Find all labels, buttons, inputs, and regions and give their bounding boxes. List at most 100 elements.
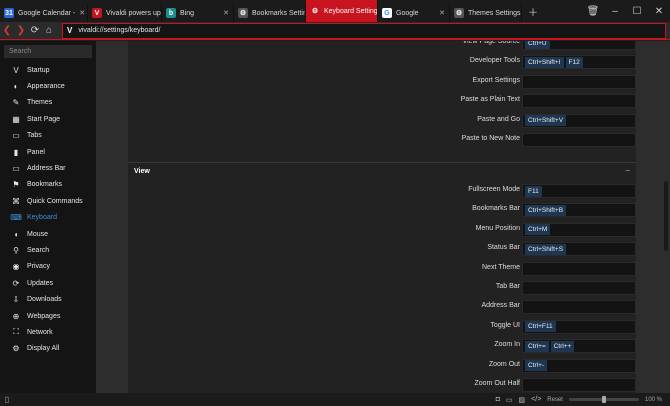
sidebar-item-label: Privacy xyxy=(27,263,50,271)
sidebar-item-panel[interactable]: ▮ Panel xyxy=(0,144,96,160)
shortcut-input[interactable] xyxy=(522,94,636,109)
sidebar-item-webpages[interactable]: ⊕ Webpages xyxy=(0,308,96,324)
shortcut-input[interactable]: Ctrl+- xyxy=(522,358,636,373)
sidebar-item-mouse[interactable]: ◖ Mouse xyxy=(0,226,96,242)
close-window-button[interactable]: ✕ xyxy=(648,0,670,22)
tab-title: Bing xyxy=(180,9,195,17)
key-chip[interactable]: Ctrl+Shift+V xyxy=(525,115,567,127)
zoom-slider-knob[interactable] xyxy=(601,396,606,403)
window-icon[interactable]: ▭ xyxy=(506,396,513,404)
code-icon[interactable]: </> xyxy=(531,396,541,403)
tab-title: Bookmarks Setting xyxy=(252,9,306,17)
shortcut-row: Export Settings xyxy=(128,74,636,89)
shortcut-input[interactable]: Ctrl+Shift+V xyxy=(522,113,636,128)
sidebar-item-tabs[interactable]: ▭ Tabs xyxy=(0,128,96,144)
sidebar-item-label: Search xyxy=(27,246,50,254)
scrollbar[interactable] xyxy=(662,41,670,393)
sidebar-item-label: Address Bar xyxy=(27,165,66,173)
shortcut-input[interactable]: Ctrl+Shift+I F12 xyxy=(522,55,636,70)
key-chip[interactable]: Ctrl+U xyxy=(525,41,550,49)
key-chip[interactable]: Ctrl+M xyxy=(525,224,551,236)
shortcut-input[interactable]: Ctrl+Shift+B xyxy=(522,203,636,218)
tab-4[interactable]: ⚙Keyboard Settings✕ xyxy=(306,0,378,22)
sidebar-item-privacy[interactable]: ◉ Privacy xyxy=(0,259,96,275)
sidebar-item-address-bar[interactable]: ▭ Address Bar xyxy=(0,160,96,176)
key-chip[interactable]: Ctrl+= xyxy=(525,340,549,352)
minimize-button[interactable]: – xyxy=(604,0,626,22)
settings-content: View Page Source Ctrl+U Developer Tools Ctr… xyxy=(96,41,670,393)
window-controls: 🗑 – ☐ ✕ xyxy=(582,0,670,22)
shortcut-input[interactable]: Ctrl+M xyxy=(522,222,636,237)
key-chip[interactable]: Ctrl+Shift+S xyxy=(525,243,567,255)
maximize-button[interactable]: ☐ xyxy=(626,0,648,22)
tab-3[interactable]: ⚙Bookmarks Setting✕ xyxy=(234,4,306,22)
collapse-icon[interactable]: − xyxy=(625,166,630,175)
shortcut-input[interactable] xyxy=(522,378,636,392)
tab-2[interactable]: b Bing ✕ xyxy=(162,4,234,22)
url-field[interactable]: V vivaldi://settings/keyboard/ xyxy=(62,22,666,39)
settings-icon: ⚙ xyxy=(311,8,319,15)
zoom-slider[interactable] xyxy=(568,396,639,403)
tab-5[interactable]: G Google ✕ xyxy=(378,4,450,22)
shortcut-label: Toggle UI xyxy=(490,321,520,329)
key-chip[interactable]: F12 xyxy=(565,56,583,68)
tab-0[interactable]: 31 Google Calendar - ✕ xyxy=(0,4,88,22)
section-title: View xyxy=(134,168,150,175)
shortcut-row: Zoom Out Half xyxy=(128,378,636,392)
scrollbar-thumb[interactable] xyxy=(664,181,668,251)
reset-zoom-button[interactable]: Reset xyxy=(547,397,563,403)
shortcut-input[interactable]: Ctrl+F11 xyxy=(522,319,636,334)
trash-icon[interactable]: 🗑 xyxy=(582,0,604,22)
shortcut-label: Paste and Go xyxy=(477,115,520,123)
panel-toggle-icon[interactable]: ▯ xyxy=(0,393,14,406)
sidebar-item-themes[interactable]: ✎ Themes xyxy=(0,95,96,111)
key-chip[interactable]: Ctrl+Shift+B xyxy=(525,204,567,216)
privacy-icon: ◉ xyxy=(12,262,20,272)
sidebar-item-updates[interactable]: ⟳ Updates xyxy=(0,275,96,291)
key-chip[interactable]: Ctrl+- xyxy=(525,360,548,372)
key-chip[interactable]: Ctrl+Shift+I xyxy=(525,56,564,68)
sidebar-item-downloads[interactable]: ⇩ Downloads xyxy=(0,291,96,307)
appearance-icon: ◐ xyxy=(13,82,19,92)
shortcut-input[interactable] xyxy=(522,74,636,89)
reload-button[interactable]: ⟳ xyxy=(28,22,42,40)
shortcut-label: Bookmarks Bar xyxy=(472,205,520,213)
camera-icon[interactable]: ◘ xyxy=(496,396,500,403)
sidebar-item-startup[interactable]: V Startup xyxy=(0,62,96,78)
key-chip[interactable]: F11 xyxy=(525,185,542,197)
key-chip[interactable]: Ctrl+F11 xyxy=(525,321,556,333)
shortcut-row: Paste to New Note xyxy=(128,133,636,147)
close-tab-icon[interactable]: ✕ xyxy=(439,9,445,17)
tab-6[interactable]: ⚙Themes Settings✕ xyxy=(450,4,522,22)
shortcut-input[interactable]: Ctrl+= Ctrl++ xyxy=(522,339,636,354)
new-tab-button[interactable]: ＋ xyxy=(522,0,544,22)
sidebar-item-start-page[interactable]: ▦ Start Page xyxy=(0,111,96,127)
sidebar-item-network[interactable]: ⛶ Network xyxy=(0,324,96,340)
home-button[interactable]: ⌂ xyxy=(42,22,56,40)
shortcut-input[interactable] xyxy=(522,300,636,315)
forward-button[interactable]: ❯ xyxy=(14,22,28,40)
url-text[interactable]: vivaldi://settings/keyboard/ xyxy=(78,27,160,34)
sidebar-item-quick-commands[interactable]: ⌘ Quick Commands xyxy=(0,193,96,209)
settings-search-input[interactable]: Search xyxy=(4,45,92,58)
image-icon[interactable]: ▨ xyxy=(519,396,526,404)
network-icon: ⛶ xyxy=(13,327,19,337)
close-tab-icon[interactable]: ✕ xyxy=(79,9,85,17)
shortcut-input[interactable]: Ctrl+Shift+S xyxy=(522,242,636,257)
sidebar-item-bookmarks[interactable]: ⚑ Bookmarks xyxy=(0,177,96,193)
sidebar-item-display-all[interactable]: ⚙ Display All xyxy=(0,341,96,357)
shortcut-input[interactable] xyxy=(522,261,636,276)
close-tab-icon[interactable]: ✕ xyxy=(223,9,229,17)
section-header-view[interactable]: View − xyxy=(128,162,636,180)
shortcut-input[interactable]: Ctrl+U xyxy=(522,41,636,50)
key-chip[interactable]: Ctrl++ xyxy=(550,340,575,352)
sidebar-item-keyboard[interactable]: ⌨ Keyboard xyxy=(0,210,96,226)
sidebar-item-appearance[interactable]: ◐ Appearance xyxy=(0,78,96,94)
shortcut-input[interactable] xyxy=(522,281,636,295)
sidebar-item-label: Updates xyxy=(27,279,54,287)
shortcut-input[interactable]: F11 xyxy=(522,184,636,198)
sidebar-item-search[interactable]: ⚲ Search xyxy=(0,242,96,258)
tab-1[interactable]: VVivaldi powers up✕ xyxy=(88,4,162,22)
shortcut-input[interactable] xyxy=(522,133,636,147)
back-button[interactable]: ❮ xyxy=(0,22,14,40)
